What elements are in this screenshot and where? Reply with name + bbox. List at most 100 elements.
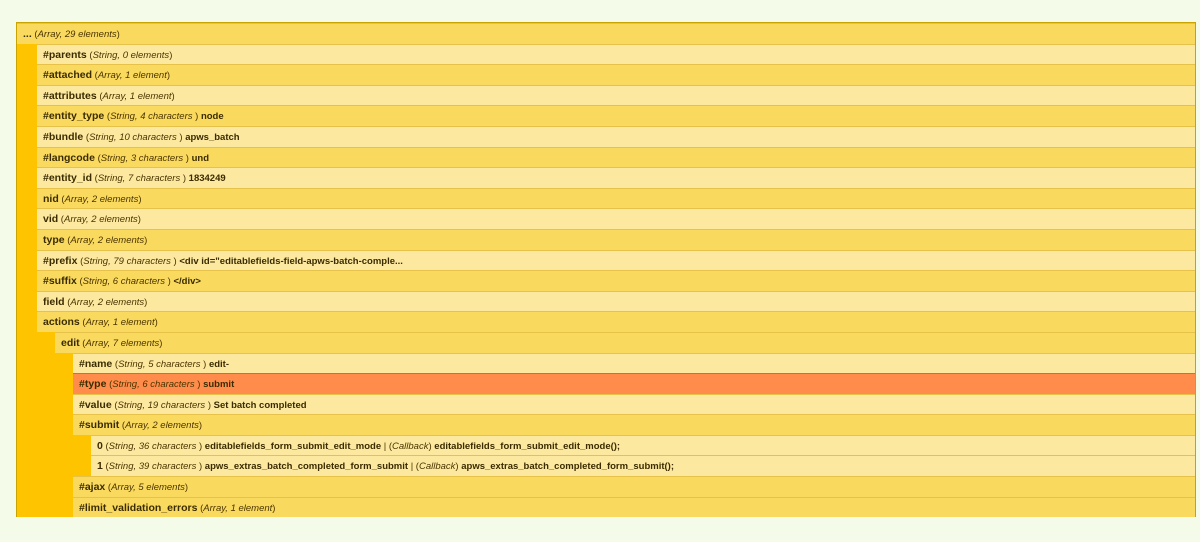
node-value: und bbox=[191, 152, 210, 164]
node-size: 6 characters bbox=[142, 379, 195, 391]
node-type: String bbox=[83, 255, 109, 267]
tree-node-value[interactable]: #entity_id (String, 7 characters ) 18342… bbox=[37, 167, 1195, 188]
node-key: vid bbox=[43, 213, 59, 226]
tree-node-array[interactable]: #limit_validation_errors (Array, 1 eleme… bbox=[73, 496, 1195, 518]
tree-node-value[interactable]: #bundle (String, 10 characters ) apws_ba… bbox=[37, 125, 1195, 147]
node-key: #limit_validation_errors bbox=[79, 501, 198, 514]
tree-node-array[interactable]: type (Array, 2 elements) bbox=[37, 228, 1195, 250]
node-type: Array bbox=[85, 337, 108, 349]
node-value: apws_batch bbox=[185, 131, 240, 143]
node-size: 79 characters bbox=[113, 255, 171, 267]
tree-node-array[interactable]: #parents (String, 0 elements) bbox=[37, 43, 1195, 65]
tree-node-value[interactable]: #type (String, 6 characters ) submit bbox=[73, 373, 1195, 394]
node-key: #bundle bbox=[43, 130, 84, 143]
tree-node-array[interactable]: nid (Array, 2 elements) bbox=[37, 187, 1195, 209]
node-size: 7 elements bbox=[112, 337, 160, 349]
tree-node-value[interactable]: #suffix (String, 6 characters ) </div> bbox=[37, 270, 1195, 291]
tree-node-array[interactable]: #submit (Array, 2 elements) bbox=[73, 414, 1195, 435]
tree-node-array[interactable]: field (Array, 2 elements) bbox=[37, 290, 1195, 312]
node-key: #entity_id bbox=[43, 172, 93, 185]
node-type: Array bbox=[85, 317, 108, 329]
node-key: #attached bbox=[43, 69, 93, 82]
tree-node-value[interactable]: #prefix (String, 79 characters ) <div id… bbox=[37, 249, 1195, 271]
callback-label: Callback bbox=[418, 461, 456, 473]
node-key: #prefix bbox=[43, 254, 78, 267]
tree-node-array[interactable]: edit (Array, 7 elements) bbox=[55, 331, 1195, 353]
node-type: String bbox=[117, 399, 143, 411]
tree-node-array[interactable]: vid (Array, 2 elements) bbox=[37, 208, 1195, 229]
tree-node-array[interactable]: #ajax (Array, 5 elements) bbox=[73, 476, 1195, 497]
node-size: 19 characters bbox=[147, 399, 206, 411]
node-key: type bbox=[43, 233, 65, 246]
node-key: #langcode bbox=[43, 151, 95, 164]
node-key: #value bbox=[79, 398, 112, 411]
node-type: Array bbox=[111, 482, 134, 494]
node-size: 1 element bbox=[129, 90, 172, 102]
krumo-dump-tree: ... (Array, 29 elements) #parents (Strin… bbox=[16, 22, 1196, 518]
node-size: 4 characters bbox=[140, 111, 193, 123]
tree-node-array[interactable]: #attached (Array, 1 element) bbox=[37, 64, 1195, 85]
tree-node-value[interactable]: 0 (String, 36 characters ) editablefield… bbox=[91, 434, 1195, 456]
root-row[interactable]: ... (Array, 29 elements) bbox=[17, 23, 1195, 44]
node-size: 6 characters bbox=[112, 276, 166, 288]
tree-node-value[interactable]: #value (String, 19 characters ) Set batc… bbox=[73, 393, 1195, 415]
node-type: String bbox=[108, 461, 134, 473]
node-type: Array bbox=[203, 502, 226, 514]
node-size: 2 elements bbox=[97, 234, 145, 246]
node-value: submit bbox=[203, 379, 235, 391]
node-type: Array bbox=[70, 296, 93, 308]
node-type: Array bbox=[63, 214, 86, 226]
tree-node-array[interactable]: #attributes (Array, 1 element) bbox=[37, 84, 1195, 106]
node-type: String bbox=[92, 49, 118, 61]
node-key: #attributes bbox=[43, 89, 97, 102]
node-size: 1 element bbox=[125, 70, 167, 82]
node-type: Array bbox=[70, 234, 93, 246]
tree-node-value[interactable]: #langcode (String, 3 characters ) und bbox=[37, 146, 1195, 168]
tree-rows: #parents (String, 0 elements) #attached (… bbox=[17, 43, 1195, 518]
node-value: <div id="editablefields-field-apws-batch… bbox=[179, 255, 403, 267]
node-type: String bbox=[112, 379, 138, 391]
node-size: 1 element bbox=[112, 317, 155, 329]
tree-node-value[interactable]: #name (String, 5 characters ) edit- bbox=[73, 352, 1195, 374]
node-size: 2 elements bbox=[91, 193, 139, 205]
node-size: 5 characters bbox=[148, 358, 201, 370]
node-key: actions bbox=[43, 316, 80, 329]
tree-node-value[interactable]: 1 (String, 39 characters ) apws_extras_b… bbox=[91, 455, 1195, 477]
node-key: #entity_type bbox=[43, 110, 105, 123]
node-type: String bbox=[118, 358, 143, 370]
node-key: #parents bbox=[43, 48, 87, 61]
node-value: 1834249 bbox=[188, 173, 226, 185]
node-value: apws_extras_batch_completed_form_submit bbox=[204, 461, 409, 473]
node-type: String bbox=[82, 276, 108, 288]
node-key: #name bbox=[79, 357, 113, 370]
node-type: String bbox=[110, 111, 135, 123]
node-value: edit- bbox=[208, 358, 229, 370]
node-size: 2 elements bbox=[152, 420, 199, 432]
node-size: 36 characters bbox=[138, 440, 197, 452]
node-key: nid bbox=[43, 192, 59, 205]
root-type: Array bbox=[37, 29, 60, 40]
node-type: String bbox=[97, 173, 123, 185]
node-type: Array bbox=[97, 70, 120, 82]
node-size: 39 characters bbox=[138, 461, 197, 473]
node-value: </div> bbox=[173, 276, 201, 288]
callback-label: Callback bbox=[392, 440, 429, 452]
node-size: 2 elements bbox=[91, 214, 138, 226]
node-type: Array bbox=[102, 90, 125, 102]
tree-node-value[interactable]: #entity_type (String, 4 characters ) nod… bbox=[37, 105, 1195, 126]
root-key: ... bbox=[23, 28, 32, 40]
node-key: edit bbox=[61, 336, 80, 349]
callback-value: editablefields_form_submit_edit_mode(); bbox=[434, 440, 621, 452]
node-key: #ajax bbox=[79, 481, 106, 494]
node-key: field bbox=[43, 295, 65, 308]
tree-node-array[interactable]: actions (Array, 1 element) bbox=[37, 311, 1195, 332]
node-key: #type bbox=[79, 378, 107, 391]
node-size: 10 characters bbox=[119, 131, 177, 143]
node-size: 1 element bbox=[230, 502, 273, 514]
node-value: editablefields_form_submit_edit_mode bbox=[204, 440, 382, 452]
node-type: String bbox=[108, 440, 134, 452]
root-size: 29 elements bbox=[64, 29, 117, 40]
node-type: Array bbox=[64, 193, 87, 205]
node-key: #submit bbox=[79, 419, 120, 432]
node-size: 7 characters bbox=[127, 173, 181, 185]
